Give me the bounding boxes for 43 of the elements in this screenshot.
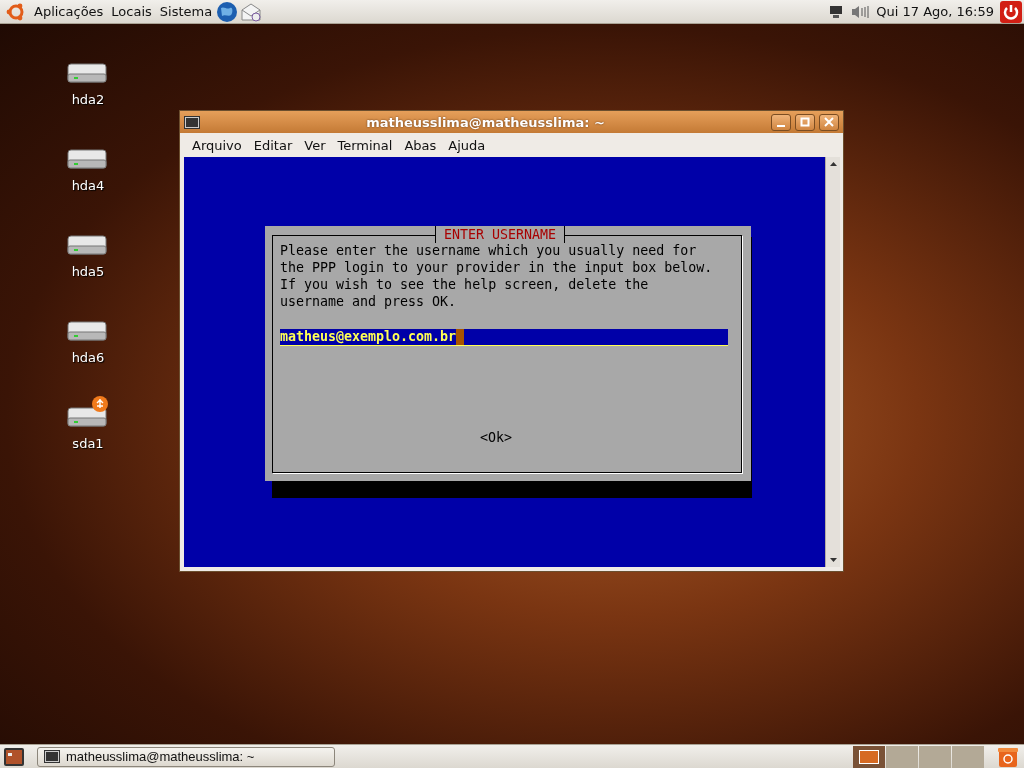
panel-menu[interactable]: Aplicações <box>30 4 108 19</box>
menu-item[interactable]: Arquivo <box>186 137 248 153</box>
desktop-icon-label[interactable]: hda5 <box>71 264 105 279</box>
panel-menu[interactable]: Locais <box>107 4 156 19</box>
maximize-button[interactable] <box>795 113 815 131</box>
minimize-button[interactable] <box>771 113 791 131</box>
clock[interactable]: Qui 17 Ago, 16:59 <box>876 4 994 19</box>
panel-menu[interactable]: Sistema <box>155 4 217 19</box>
menu-item[interactable]: Abas <box>398 137 443 153</box>
desktop-icon-label[interactable]: hda4 <box>71 178 105 193</box>
username-input-field[interactable]: matheus@exemplo.com.br <box>280 329 728 346</box>
trash-icon[interactable] <box>996 745 1020 768</box>
hard-drive-icon <box>66 396 110 430</box>
terminal-icon <box>44 750 60 763</box>
workspace-switcher-cell[interactable] <box>952 745 984 768</box>
menu-item[interactable]: Editar <box>247 137 299 153</box>
desktop-icon-label[interactable]: sda1 <box>72 436 104 451</box>
maximize-icon <box>800 117 810 127</box>
workspace-switcher-cell[interactable] <box>853 745 885 768</box>
desktop-icon-label[interactable]: hda6 <box>71 350 105 365</box>
ubuntu-logo-icon[interactable] <box>6 1 26 22</box>
minimize-icon <box>777 124 785 127</box>
window-title: matheusslima@matheusslima: ~ <box>365 114 606 130</box>
ok-button[interactable]: <Ok> <box>480 430 513 445</box>
taskbar-button[interactable]: matheusslima@matheusslima: ~ <box>37 746 335 767</box>
globe-icon[interactable] <box>216 0 239 23</box>
power-icon[interactable] <box>1000 0 1022 23</box>
close-button[interactable] <box>819 113 839 131</box>
speaker-icon[interactable] <box>850 3 871 20</box>
workspace-switcher-cell[interactable] <box>919 745 951 768</box>
network-icon[interactable] <box>828 3 845 20</box>
dialog-title: ENTER USERNAME <box>435 226 566 243</box>
scrollbar[interactable] <box>825 157 840 567</box>
dialog-message: Please enter the username which you usually need for the PPP login to your provider in the input box below. If you wish to see the help screen, delete the username and press OK. <box>280 242 713 310</box>
menu-item[interactable]: Ver <box>298 137 332 153</box>
terminal-icon <box>184 115 200 129</box>
close-icon <box>824 117 834 127</box>
menu-item[interactable]: Terminal <box>331 137 399 153</box>
text-cursor <box>456 329 465 345</box>
desktop-icon-label[interactable]: hda2 <box>71 92 105 107</box>
workspace-switcher-cell[interactable] <box>886 745 918 768</box>
show-desktop-icon[interactable] <box>3 746 25 767</box>
menu-item[interactable]: Ajuda <box>442 137 492 153</box>
